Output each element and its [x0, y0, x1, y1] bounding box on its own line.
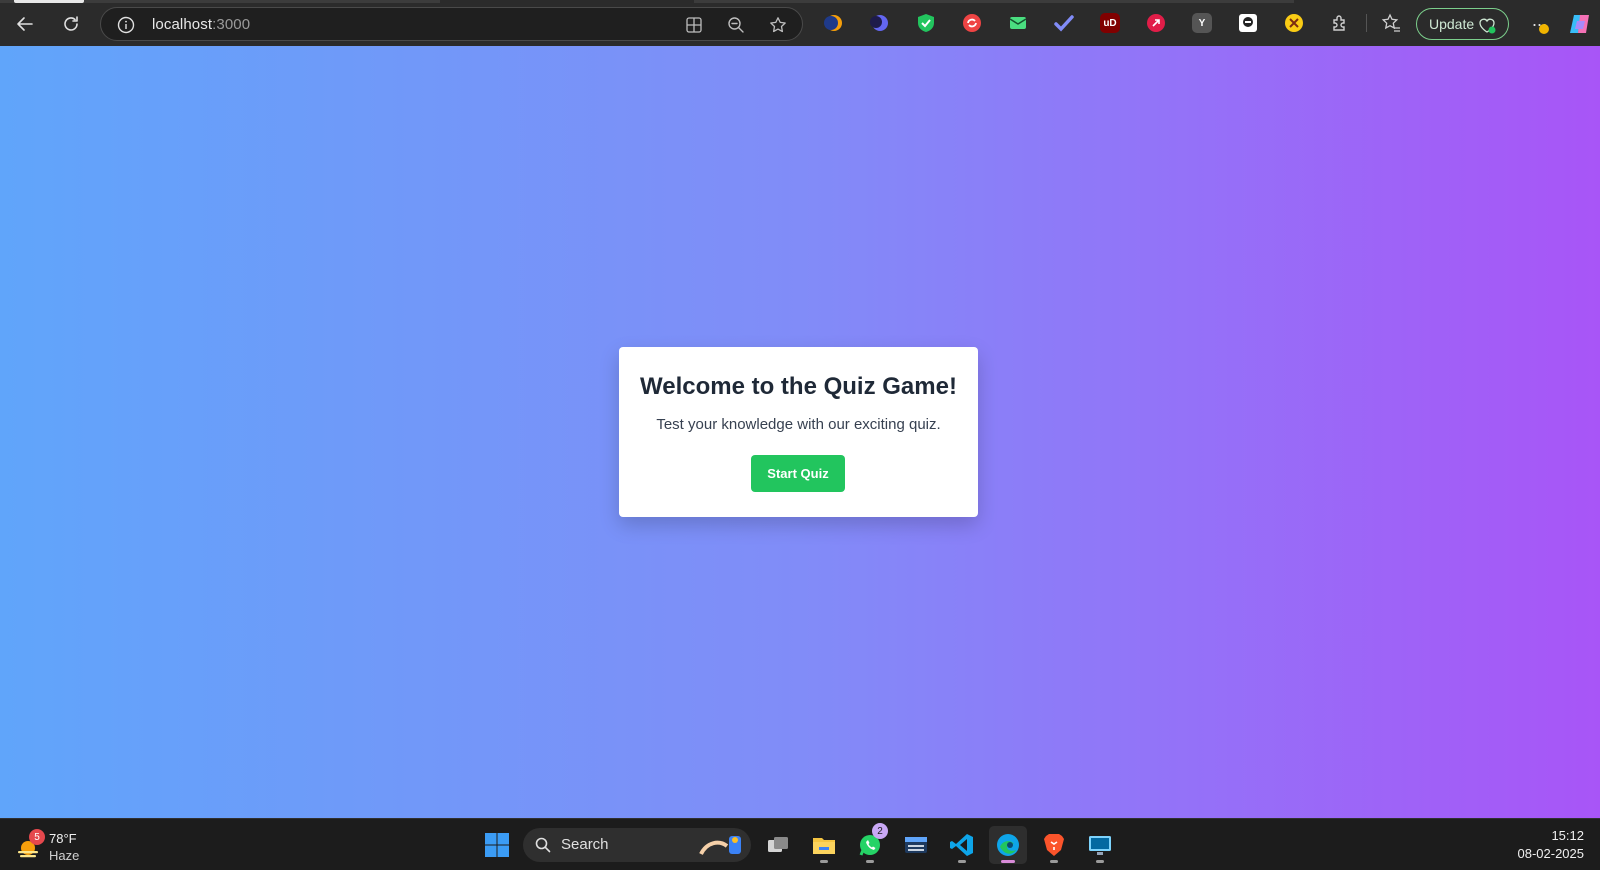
brave-lion-icon	[1044, 834, 1064, 856]
weather-temp: 78°F	[49, 831, 77, 846]
edge-browser-button[interactable]	[989, 826, 1027, 864]
refresh-button[interactable]	[55, 8, 87, 40]
browser-health-icon	[1479, 18, 1496, 34]
search-label: Search	[561, 836, 609, 853]
back-button[interactable]	[9, 8, 41, 40]
edge-icon	[997, 834, 1019, 856]
weather-widget[interactable]: 5 78°F Haze	[14, 829, 94, 865]
ext-ublock-icon[interactable]: uD	[1100, 13, 1120, 33]
whatsapp-button[interactable]: 2	[851, 823, 889, 864]
start-quiz-button[interactable]: Start Quiz	[751, 455, 845, 492]
ext-yellow-icon[interactable]	[1284, 13, 1304, 33]
zoom-out-icon[interactable]	[727, 16, 745, 34]
active-tab-indicator[interactable]	[14, 0, 84, 3]
back-arrow-icon	[17, 17, 33, 31]
quiz-subtitle: Test your knowledge with our exciting qu…	[656, 416, 941, 433]
running-indicator	[1050, 860, 1058, 863]
file-explorer-button[interactable]	[805, 826, 843, 864]
ext-pink-icon[interactable]	[1146, 13, 1166, 33]
toolbar-divider	[1366, 14, 1367, 32]
remote-desktop-button[interactable]	[1081, 826, 1119, 864]
refresh-icon	[64, 16, 78, 31]
menu-notification-badge	[1539, 24, 1549, 34]
weather-condition: Haze	[49, 848, 80, 863]
vscode-button[interactable]	[943, 826, 981, 864]
keyboard-icon	[905, 837, 927, 853]
task-view-button[interactable]	[759, 826, 797, 864]
quiz-title: Welcome to the Quiz Game!	[640, 373, 957, 400]
weather-alert-badge: 5	[29, 829, 45, 845]
app-available-icon[interactable]	[685, 16, 703, 34]
url-text[interactable]: localhost:3000	[152, 16, 250, 33]
update-label: Update	[1429, 16, 1475, 32]
clock-date: 08-02-2025	[1517, 846, 1585, 861]
favorite-star-icon[interactable]	[769, 16, 787, 34]
ext-orange-moon-icon[interactable]	[824, 13, 844, 33]
url-port: :3000	[212, 16, 251, 33]
ext-face-icon[interactable]	[1238, 13, 1258, 33]
keyboard-app-button[interactable]	[897, 826, 935, 864]
update-button[interactable]: Update	[1416, 8, 1509, 40]
welcome-card: Welcome to the Quiz Game! Test your know…	[619, 347, 978, 517]
browser-toolbar: localhost:3000 uD Y Update ···	[0, 0, 1600, 46]
system-clock[interactable]: 15:12 08-02-2025	[1518, 827, 1585, 863]
y-ext-label: Y	[1198, 17, 1206, 29]
taskbar-search[interactable]: Search	[523, 828, 751, 862]
site-info-icon[interactable]	[117, 16, 135, 34]
ext-red-circle-icon[interactable]	[962, 13, 982, 33]
start-button[interactable]	[478, 826, 516, 864]
search-icon	[535, 837, 551, 853]
task-view-icon	[768, 837, 788, 852]
favorites-icon[interactable]	[1381, 13, 1401, 33]
settings-menu-button[interactable]: ···	[1525, 8, 1553, 40]
ublock-label: uD	[1103, 17, 1117, 29]
whatsapp-unread-badge: 2	[872, 823, 888, 839]
vscode-icon	[950, 834, 973, 856]
url-host: localhost	[152, 16, 213, 33]
taskbar: 5 78°F Haze Search 2 15:12 08-02-2025	[0, 818, 1600, 870]
ext-check-icon[interactable]	[1054, 13, 1074, 33]
running-indicator	[1096, 860, 1104, 863]
tab-strip-right	[694, 0, 1294, 3]
copilot-icon[interactable]	[1568, 12, 1592, 36]
ext-shield-icon[interactable]	[916, 13, 936, 33]
ext-blue-moon-icon[interactable]	[870, 13, 890, 33]
clock-time: 15:12	[1551, 828, 1584, 843]
quiz-page: Welcome to the Quiz Game! Test your know…	[0, 46, 1600, 818]
monitor-icon	[1089, 836, 1111, 855]
windows-logo-icon	[485, 833, 509, 857]
screen: localhost:3000 uD Y Update ··· Welcome t…	[0, 0, 1600, 870]
ext-mail-icon[interactable]	[1008, 13, 1028, 33]
search-highlight-art-icon	[699, 836, 741, 856]
brave-browser-button[interactable]	[1035, 826, 1073, 864]
active-window-indicator	[1001, 860, 1015, 863]
extensions-puzzle-icon[interactable]	[1330, 13, 1350, 33]
ext-y-icon[interactable]: Y	[1192, 13, 1212, 33]
address-bar[interactable]: localhost:3000	[100, 7, 803, 41]
running-indicator	[866, 860, 874, 863]
folder-icon	[813, 838, 835, 854]
running-indicator	[958, 860, 966, 863]
running-indicator	[820, 860, 828, 863]
